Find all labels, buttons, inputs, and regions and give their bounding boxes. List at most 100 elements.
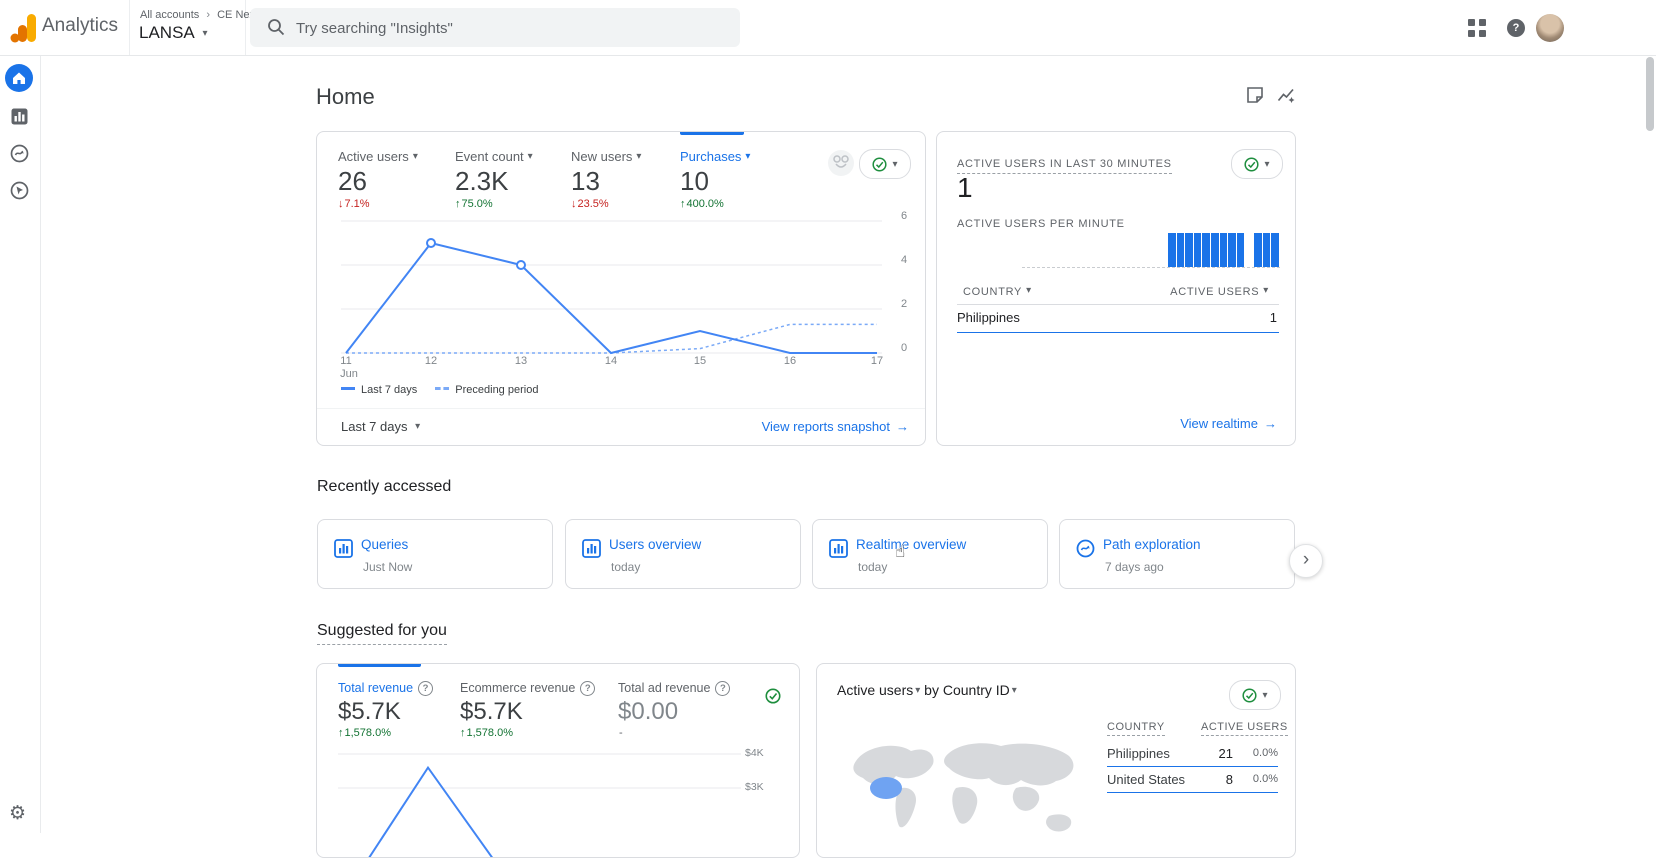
recent-card-label[interactable]: Users overview [609, 537, 701, 552]
sidebar-item-home[interactable] [5, 64, 33, 92]
table-row[interactable]: Philippines 21 0.0% [1107, 744, 1278, 767]
metric-label[interactable]: Ecommerce revenue? [460, 681, 596, 696]
delta-arrow-icon: ↑ [460, 727, 466, 739]
y-grid-label: $4K [745, 747, 764, 759]
recent-card-label[interactable]: Realtime overview [856, 537, 966, 552]
y-tick: 0 [901, 342, 908, 354]
metric-label[interactable]: Total ad revenue? [618, 681, 731, 696]
report-chart-icon [334, 539, 353, 558]
minute-bar [1125, 233, 1133, 267]
search-bar[interactable] [250, 8, 740, 49]
table-row[interactable]: United States 8 0.0% [1107, 770, 1278, 793]
recent-card-realtime-overview[interactable]: Realtime overview today [812, 519, 1048, 589]
minute-bar [1185, 233, 1193, 267]
metric-label[interactable]: Total revenue? [338, 681, 434, 696]
minute-bar [1271, 233, 1279, 267]
sidebar-item-reports[interactable] [5, 102, 33, 130]
minute-bar [1176, 233, 1185, 267]
check-circle-icon[interactable] [765, 688, 781, 704]
y-tick: 4 [901, 254, 908, 266]
metric-label[interactable]: Event count ▾ [455, 149, 533, 164]
analytics-logo-icon [10, 14, 36, 43]
help-circle-icon[interactable]: ? [715, 681, 731, 696]
geo-card: Active users ▾ by Country ID ▾ ▾ COUNTRY A… [816, 663, 1296, 858]
minute-bar [1039, 233, 1047, 267]
help-circle-icon[interactable]: ? [580, 681, 596, 696]
metric-label[interactable]: Active users ▾ [338, 149, 418, 164]
legend-preceding-period: Preceding period [435, 384, 538, 396]
chevron-down-icon: ▾ [1262, 689, 1268, 701]
country-cell: Philippines [957, 310, 1020, 325]
metric-delta: ↑400.0% [680, 198, 724, 210]
per-minute-caption: ACTIVE USERS PER MINUTE [957, 218, 1125, 230]
scrollbar[interactable] [1646, 57, 1654, 131]
geo-dimension-selector[interactable]: Country ID ▾ [943, 682, 1017, 698]
help-icon[interactable]: ? [1507, 19, 1525, 37]
geo-status-pill[interactable]: ▾ [1229, 680, 1281, 710]
minute-bar [1074, 233, 1082, 267]
metric-value: $5.7K [460, 698, 523, 725]
recent-card-users-overview[interactable]: Users overview today [565, 519, 801, 589]
metric-status-pill[interactable]: ▾ [859, 149, 911, 179]
recent-card-label[interactable]: Queries [361, 537, 408, 552]
minute-bar [1202, 233, 1211, 267]
active-users-column-header[interactable]: ACTIVE USERS ▾ [1170, 285, 1269, 298]
delta-arrow-icon: ↓ [571, 198, 577, 210]
metric-label[interactable]: Purchases ▾ [680, 149, 750, 164]
chevron-down-icon: ▾ [1263, 285, 1269, 296]
active-users-column-header[interactable]: ACTIVE USERS [1201, 721, 1288, 736]
property-name[interactable]: LANSA [139, 23, 194, 42]
insights-icon[interactable] [1277, 86, 1295, 104]
table-row[interactable]: Philippines 1 [957, 307, 1279, 333]
x-tick: 15 [693, 355, 707, 367]
chevron-down-icon: ▾ [915, 685, 921, 696]
view-reports-snapshot-link[interactable]: View reports snapshot → [762, 419, 909, 434]
scroll-right-button[interactable]: › [1289, 544, 1323, 578]
dashed-line-icon [435, 387, 450, 390]
report-chart-icon [829, 539, 848, 558]
country-cell: Philippines [1107, 746, 1170, 761]
apps-grid-icon[interactable] [1468, 19, 1486, 37]
avatar[interactable] [1536, 14, 1564, 42]
minute-bar [1151, 233, 1159, 267]
x-tick: 13 [514, 355, 528, 367]
search-input[interactable] [294, 8, 728, 49]
minute-bar [1031, 233, 1039, 267]
minute-bar [1236, 233, 1245, 267]
notes-icon[interactable] [1246, 86, 1264, 104]
date-range-selector[interactable]: Last 7 days ▾ [341, 419, 420, 434]
check-circle-icon [1242, 687, 1258, 703]
settings-gear-icon[interactable]: ⚙ [9, 802, 26, 825]
map-highlight-region [870, 777, 902, 799]
view-realtime-link[interactable]: View realtime → [1180, 416, 1277, 431]
realtime-active-users-value: 1 [957, 172, 973, 203]
x-tick: 16 [783, 355, 797, 367]
realtime-status-pill[interactable]: ▾ [1231, 149, 1283, 179]
minute-bar [1099, 233, 1107, 267]
geo-metric-selector[interactable]: Active users ▾ [837, 682, 920, 698]
breadcrumb-all-accounts[interactable]: All accounts [140, 9, 199, 21]
recent-card-path-exploration[interactable]: Path exploration 7 days ago [1059, 519, 1295, 589]
chevron-down-icon: ▾ [1026, 285, 1032, 296]
minute-bar [1117, 233, 1125, 267]
minute-bar [1262, 233, 1271, 267]
active-users-per-minute-chart [1022, 233, 1280, 268]
geo-card-title: Active users ▾ by Country ID ▾ [837, 682, 1017, 698]
help-circle-icon[interactable]: ? [418, 681, 434, 696]
x-tick-month: Jun [340, 368, 358, 380]
delta-arrow-icon: ↑ [338, 727, 344, 739]
recent-card-label[interactable]: Path exploration [1103, 537, 1201, 552]
sidebar-item-advertising[interactable] [5, 176, 33, 204]
metric-value: 26 [338, 166, 367, 196]
bar-chart-icon [11, 108, 27, 124]
country-column-header[interactable]: COUNTRY ▾ [963, 285, 1032, 298]
breadcrumb[interactable]: All accounts › CE Next [140, 9, 258, 21]
badge-icon[interactable] [828, 150, 854, 176]
delta-arrow-icon: ↑ [455, 198, 461, 210]
property-selector[interactable]: LANSA ▾ [139, 23, 208, 43]
recent-card-queries[interactable]: Queries Just Now [317, 519, 553, 589]
minute-bar [1082, 233, 1090, 267]
metric-label[interactable]: New users ▾ [571, 149, 641, 164]
sidebar-item-explore[interactable] [5, 139, 33, 167]
recent-card-time: Just Now [363, 560, 413, 574]
